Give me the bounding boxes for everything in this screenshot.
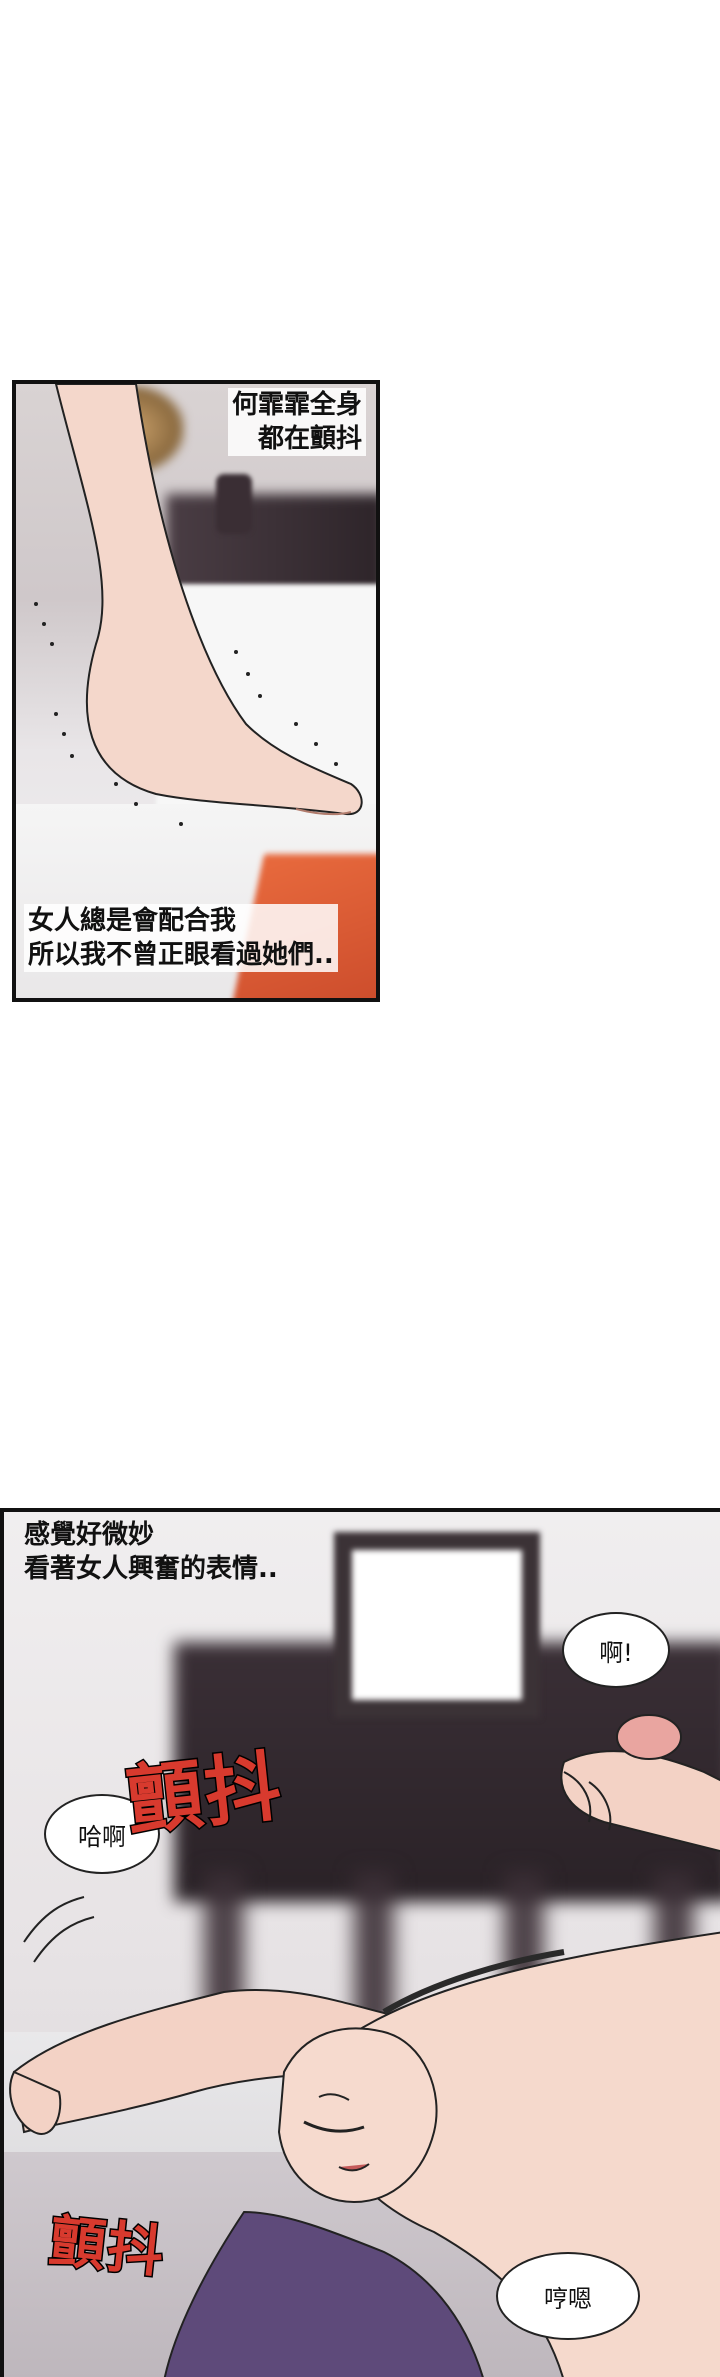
caption-line: 看著女人興奮的表情.. [24,1554,278,1584]
caption-text-top: 感覺好微妙 看著女人興奮的表情.. [24,1518,278,1586]
comic-panel-1: 何霏霏全身 都在顫抖 女人總是會配合我 所以我不曾正眼看過她們.. [12,380,380,1002]
caption-line: 都在顫抖 [257,424,362,454]
caption-line: 所以我不曾正眼看過她們.. [28,940,334,970]
caption-box-top: 何霏霏全身 都在顫抖 [227,388,366,456]
sound-effect-text: 顫抖 [45,2208,170,2288]
sound-effect-text: 顫抖 [121,1740,288,1848]
caption-box-bottom: 女人總是會配合我 所以我不曾正眼看過她們.. [24,904,338,972]
speech-text: 哈啊 [78,1822,126,1851]
speech-bubble: 啊! [562,1612,670,1688]
caption-line: 感覺好微妙 [24,1520,155,1550]
caption-line: 女人總是會配合我 [28,906,237,936]
speech-bubble: 哼嗯 [496,2252,640,2340]
caption-line: 何霏霏全身 [231,390,362,420]
speech-text: 啊! [599,1638,633,1667]
speech-text: 哼嗯 [544,2284,592,2313]
comic-panel-2: 感覺好微妙 看著女人興奮的表情.. 啊! 哈啊 哼嗯 顫抖 顫抖 [0,1508,720,2377]
